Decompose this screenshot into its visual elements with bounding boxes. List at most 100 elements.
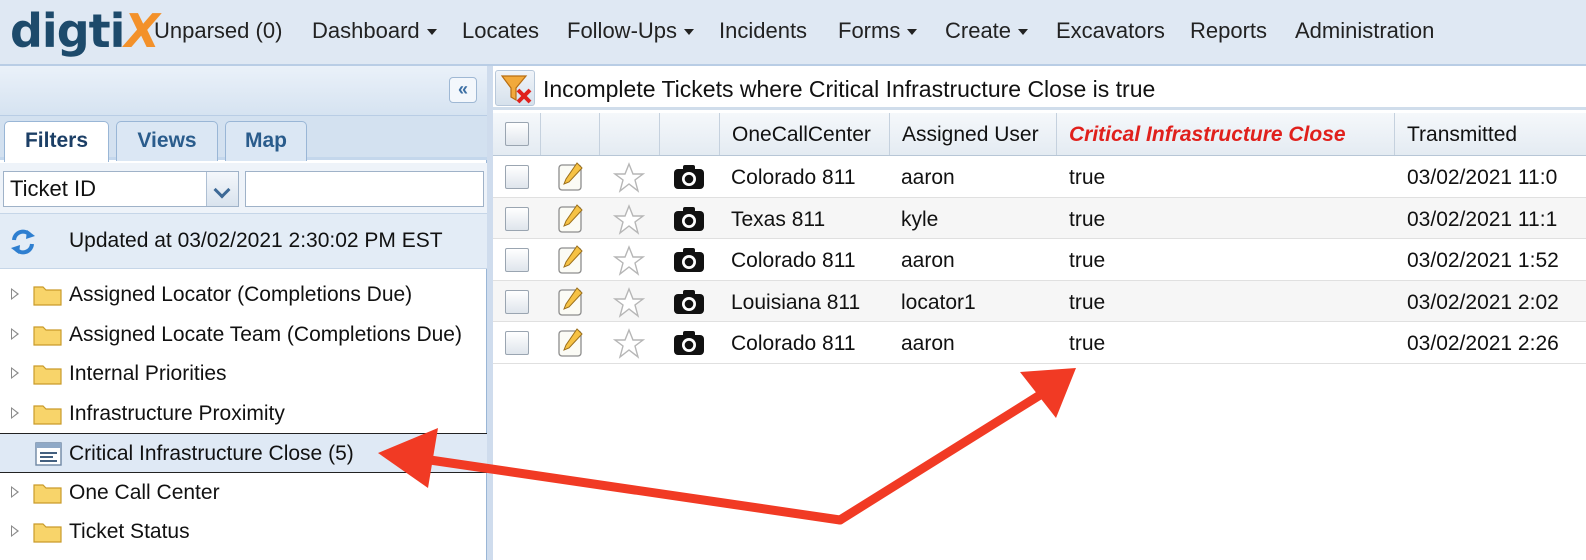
column-header-onecallcenter[interactable]: OneCallCenter [720, 113, 890, 155]
tab-views-label: Views [137, 129, 197, 152]
nav-follow-ups[interactable]: Follow-Ups [567, 18, 695, 44]
nav-incidents-label: Incidents [719, 18, 808, 43]
camera-icon[interactable] [673, 164, 705, 190]
table-row[interactable]: Colorado 811 aaron true 03/02/2021 11:0 [493, 156, 1586, 198]
tree-item-assigned-locate-team[interactable]: Assigned Locate Team (Completions Due) [0, 315, 487, 355]
refresh-icon[interactable] [9, 228, 37, 256]
filter-field-select[interactable]: Ticket ID [3, 171, 239, 207]
folder-icon [33, 404, 62, 425]
tree-item-infrastructure-proximity[interactable]: Infrastructure Proximity [0, 394, 487, 434]
expand-arrow-icon[interactable] [11, 406, 19, 419]
nav-create-label: Create [945, 18, 1012, 43]
star-icon[interactable] [613, 162, 645, 193]
edit-icon[interactable] [557, 162, 585, 192]
row-checkbox[interactable] [505, 331, 529, 355]
edit-icon[interactable] [557, 286, 585, 317]
caret-down-icon [426, 29, 437, 36]
cell-onecallcenter: Texas 811 [731, 207, 826, 231]
folder-icon [33, 483, 62, 504]
star-icon[interactable] [613, 245, 645, 276]
star-icon[interactable] [613, 328, 645, 359]
expand-arrow-icon[interactable] [11, 485, 19, 498]
expand-arrow-icon[interactable] [11, 288, 19, 300]
nav-create[interactable]: Create [945, 18, 1029, 44]
row-checkbox[interactable] [505, 248, 529, 272]
row-checkbox[interactable] [505, 206, 529, 231]
nav-unparsed-label: Unparsed (0) [154, 18, 283, 43]
select-all-checkbox[interactable] [505, 122, 529, 146]
chevron-down-icon[interactable] [206, 172, 238, 206]
filter-value-input[interactable] [245, 171, 484, 207]
nav-locates[interactable]: Locates [462, 18, 539, 44]
column-header-critical-infrastructure-close[interactable]: Critical Infrastructure Close [1057, 113, 1395, 155]
row-checkbox[interactable] [505, 289, 529, 314]
filter-tree: Assigned Locator (Completions Due) Assig… [0, 275, 487, 552]
expand-arrow-icon[interactable] [11, 525, 19, 537]
caret-down-icon [907, 29, 918, 36]
expand-arrow-icon[interactable] [11, 327, 19, 340]
updated-timestamp: Updated at 03/02/2021 2:30:02 PM EST [69, 229, 443, 252]
table-row[interactable]: Colorado 811 aaron true 03/02/2021 1:52 [493, 239, 1586, 281]
edit-column-header [541, 113, 600, 155]
tree-item-critical-infrastructure-close[interactable]: Critical Infrastructure Close (5) [0, 433, 487, 473]
nav-administration[interactable]: Administration [1295, 18, 1434, 44]
digtix-logo[interactable]: digtiX [10, 4, 160, 58]
filters-sidebar: « Filters Views Map Ticket ID Updated at… [0, 66, 487, 560]
refresh-status-row: Updated at 03/02/2021 2:30:02 PM EST [0, 213, 487, 269]
tree-item-one-call-center[interactable]: One Call Center [0, 473, 487, 513]
row-checkbox[interactable] [505, 165, 529, 189]
tree-item-ticket-status[interactable]: Ticket Status [0, 512, 487, 552]
nav-reports[interactable]: Reports [1190, 18, 1267, 44]
expand-arrow-icon[interactable] [11, 367, 19, 379]
clear-filter-button[interactable] [495, 70, 535, 106]
tree-item-label: Internal Priorities [69, 362, 227, 385]
grid-body: Colorado 811 aaron true 03/02/2021 11:0 … [493, 156, 1586, 364]
tree-item-label: Assigned Locator (Completions Due) [69, 283, 413, 306]
nav-forms[interactable]: Forms [838, 18, 918, 44]
tickets-grid-panel: Incomplete Tickets where Critical Infras… [493, 66, 1586, 560]
camera-icon[interactable] [673, 289, 705, 315]
camera-icon[interactable] [673, 206, 705, 232]
nav-incidents[interactable]: Incidents [719, 18, 807, 44]
table-row[interactable]: Texas 811 kyle true 03/02/2021 11:1 [493, 197, 1586, 239]
cell-assigned-user: locator1 [901, 290, 976, 314]
sidebar-header: « [0, 66, 487, 116]
nav-dashboard[interactable]: Dashboard [312, 18, 437, 44]
tree-item-internal-priorities[interactable]: Internal Priorities [0, 354, 487, 394]
tab-map[interactable]: Map [225, 121, 307, 161]
grid-header-row: OneCallCenter Assigned User Critical Inf… [493, 113, 1586, 156]
edit-icon[interactable] [557, 328, 585, 358]
cell-assigned-user: aaron [901, 166, 955, 189]
nav-excavators[interactable]: Excavators [1056, 18, 1165, 44]
cell-critical-infrastructure-close: true [1069, 332, 1106, 355]
camera-icon[interactable] [673, 330, 705, 356]
cell-assigned-user: aaron [901, 332, 955, 355]
column-label: OneCallCenter [732, 123, 871, 146]
folder-icon [33, 365, 62, 385]
cell-assigned-user: kyle [901, 207, 939, 231]
double-chevron-left-icon: « [457, 79, 468, 99]
camera-icon[interactable] [673, 247, 705, 273]
tree-item-assigned-locator[interactable]: Assigned Locator (Completions Due) [0, 275, 487, 315]
star-icon[interactable] [613, 286, 645, 318]
folder-icon [33, 523, 62, 543]
edit-icon[interactable] [557, 245, 585, 275]
star-icon[interactable] [613, 203, 645, 235]
nav-unparsed[interactable]: Unparsed (0) [154, 18, 282, 44]
tab-views[interactable]: Views [116, 121, 218, 161]
folder-icon [33, 286, 62, 306]
column-header-transmitted[interactable]: Transmitted [1395, 113, 1586, 155]
logo-text-primary: digti [10, 4, 125, 58]
collapse-sidebar-button[interactable]: « [449, 77, 477, 103]
saved-filter-icon [35, 442, 62, 466]
cell-onecallcenter: Colorado 811 [731, 249, 856, 272]
column-label: Transmitted [1407, 123, 1518, 146]
nav-dashboard-label: Dashboard [312, 18, 420, 43]
column-header-assigned-user[interactable]: Assigned User [890, 113, 1057, 155]
tab-filters[interactable]: Filters [4, 121, 109, 162]
table-row[interactable]: Colorado 811 aaron true 03/02/2021 2:26 [493, 322, 1586, 364]
tree-item-label: Ticket Status [69, 520, 190, 543]
cell-critical-infrastructure-close: true [1069, 166, 1106, 189]
edit-icon[interactable] [557, 203, 585, 234]
table-row[interactable]: Louisiana 811 locator1 true 03/02/2021 2… [493, 280, 1586, 322]
